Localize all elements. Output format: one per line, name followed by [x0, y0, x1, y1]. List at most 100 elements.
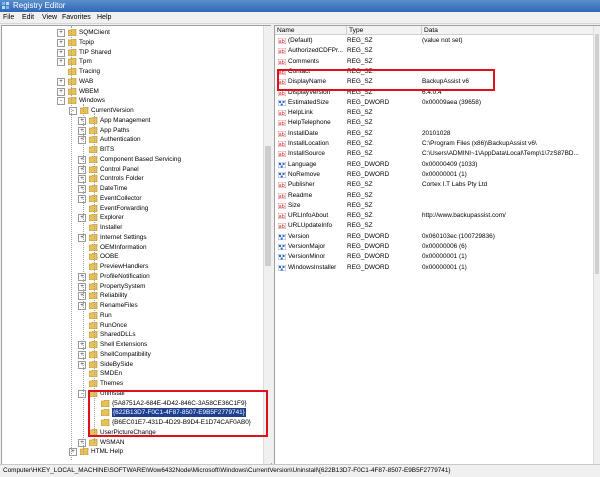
column-header-name[interactable]: Name [275, 26, 347, 35]
tree-item[interactable]: SMDEn [2, 369, 262, 378]
expand-icon[interactable]: + [78, 438, 86, 447]
tree-item[interactable]: + App Management [2, 116, 262, 125]
title-bar[interactable]: Registry Editor [0, 0, 600, 12]
expand-icon[interactable]: + [78, 116, 86, 125]
value-row[interactable]: Language REG_DWORD 0x00000409 (1033) [275, 160, 593, 170]
expand-icon[interactable]: + [78, 185, 86, 193]
expand-icon[interactable]: + [78, 292, 86, 301]
menu-edit[interactable]: Edit [22, 13, 34, 22]
expand-icon[interactable]: + [78, 341, 86, 349]
tree-item[interactable]: + Shell Extensions [2, 340, 262, 349]
value-row[interactable]: ab InstallLocation REG_SZ C:\Program Files … [275, 139, 593, 149]
tree-item[interactable]: Themes [2, 379, 262, 388]
expand-icon[interactable]: + [57, 58, 65, 67]
expand-icon[interactable]: + [78, 155, 86, 164]
expand-icon[interactable]: + [78, 136, 86, 145]
tree-item[interactable]: + WAB [2, 77, 262, 86]
tree-item[interactable]: - CurrentVersion [2, 106, 262, 115]
value-row[interactable]: ab HelpLink REG_SZ [275, 108, 593, 118]
tree-item[interactable]: + Component Based Servicing [2, 155, 262, 164]
column-header-data[interactable]: Data [422, 26, 594, 35]
tree-item[interactable]: + PropertySystem [2, 282, 262, 291]
tree-item[interactable]: + HTML Help [2, 447, 262, 457]
tree-item[interactable]: Installer [2, 223, 262, 232]
expand-icon[interactable]: + [78, 175, 86, 184]
tree-item[interactable]: + TIP Shared [2, 48, 262, 57]
values-scrollbar[interactable] [593, 26, 600, 464]
tree-item[interactable]: PreviewHandlers [2, 262, 262, 271]
value-row[interactable]: ab Readme REG_SZ [275, 191, 593, 201]
expand-icon[interactable]: + [78, 282, 86, 291]
tree-item-label: Installer [100, 224, 123, 231]
tree-item[interactable]: + ShellCompatibility [2, 350, 262, 359]
tree-item[interactable]: + WSMAN [2, 438, 262, 447]
expand-icon[interactable]: + [57, 77, 65, 86]
tree-item[interactable]: + Controls Folder [2, 174, 262, 184]
value-row[interactable]: ab HelpTelephone REG_SZ [275, 118, 593, 128]
expand-icon[interactable]: + [78, 165, 86, 174]
values-scrollbar-thumb[interactable] [595, 34, 599, 274]
tree-item[interactable]: + RenameFiles [2, 301, 262, 310]
collapse-icon[interactable]: - [57, 97, 65, 106]
value-row[interactable]: ab AuthorizedCDFPr... REG_SZ [275, 46, 593, 56]
value-row[interactable]: EstimatedSize REG_DWORD 0x00009aea (39658) [275, 98, 593, 108]
expand-icon[interactable]: + [78, 126, 86, 135]
value-row[interactable]: ab (Default) REG_SZ (value not set) [275, 36, 593, 46]
expand-icon[interactable]: + [57, 48, 65, 57]
tree-item[interactable]: RunOnce [2, 321, 262, 330]
menu-file[interactable]: File [3, 13, 14, 22]
value-row[interactable]: NoRemove REG_DWORD 0x00000001 (1) [275, 170, 593, 180]
expand-icon[interactable]: + [78, 272, 86, 281]
tree-item[interactable]: + Tpm [2, 57, 262, 67]
value-row[interactable]: ab InstallDate REG_SZ 20101028 [275, 129, 593, 139]
menu-favorites[interactable]: Favorites [62, 13, 91, 22]
tree-item[interactable]: EventForwarding [2, 204, 262, 213]
tree-item[interactable]: + SQMClient [2, 28, 262, 37]
tree-item[interactable]: + ProfileNotification [2, 272, 262, 281]
tree-item[interactable]: - Windows [2, 96, 262, 106]
tree-item[interactable]: Tracing [2, 67, 262, 76]
value-row[interactable]: ab URLUpdateInfo REG_SZ [275, 221, 593, 231]
expand-icon[interactable]: + [78, 214, 86, 223]
menu-help[interactable]: Help [97, 13, 111, 22]
expand-icon[interactable]: + [57, 29, 65, 37]
value-row[interactable]: WindowsInstaller REG_DWORD 0x00000001 (1) [275, 263, 593, 273]
tree-item[interactable]: BITS [2, 145, 262, 154]
value-row[interactable]: ab InstallSource REG_SZ C:\Users\ADMINI~1\A… [275, 149, 593, 159]
expand-icon[interactable]: + [78, 302, 86, 310]
values-pane[interactable]: Name Type Data ab (Default) REG_SZ (value n… [274, 25, 600, 465]
tree-item[interactable]: OOBE [2, 252, 262, 261]
expand-icon[interactable]: + [78, 360, 86, 369]
expand-icon[interactable]: + [57, 38, 65, 47]
tree-item[interactable]: OEMInformation [2, 243, 262, 252]
value-row[interactable]: ab Comments REG_SZ [275, 57, 593, 67]
expand-icon[interactable]: + [57, 87, 65, 96]
tree-item[interactable]: Run [2, 311, 262, 320]
value-row[interactable]: VersionMinor REG_DWORD 0x00000001 (1) [275, 252, 593, 262]
expand-icon[interactable]: + [78, 194, 86, 203]
tree-item[interactable]: + Tcpip [2, 38, 262, 47]
tree-item[interactable]: + Reliability [2, 291, 262, 301]
key-tree-pane[interactable]: + SQMClient + Tcpip + TIP Shared + Tpm Tracing + W… [1, 25, 272, 465]
column-header-type[interactable]: Type [347, 26, 422, 35]
tree-item[interactable]: + SideBySide [2, 360, 262, 369]
tree-item[interactable]: + Authentication [2, 135, 262, 145]
tree-item[interactable]: + Control Panel [2, 165, 262, 174]
tree-item-label: Tcpip [79, 38, 94, 46]
tree-item[interactable]: + EventCollector [2, 194, 262, 203]
tree-item[interactable]: + DateTime [2, 184, 262, 193]
value-row[interactable]: ab Size REG_SZ [275, 201, 593, 211]
value-row[interactable]: ab Publisher REG_SZ Cortex I.T Labs Pty Ltd [275, 180, 593, 190]
expand-icon[interactable]: + [78, 350, 86, 359]
tree-item[interactable]: + WBEM [2, 87, 262, 96]
tree-item[interactable]: + App Paths [2, 126, 262, 135]
value-row[interactable]: ab URLInfoAbout REG_SZ http://www.backupass… [275, 211, 593, 221]
value-row[interactable]: VersionMajor REG_DWORD 0x00000006 (6) [275, 242, 593, 252]
menu-view[interactable]: View [42, 13, 57, 22]
expand-icon[interactable]: + [78, 233, 86, 242]
collapse-icon[interactable]: - [78, 389, 86, 398]
value-row[interactable]: Version REG_DWORD 0x060103ec (100729836) [275, 232, 593, 242]
tree-item[interactable]: + Explorer [2, 213, 262, 223]
tree-item[interactable]: SharedDLLs [2, 330, 262, 339]
tree-item[interactable]: + Internet Settings [2, 233, 262, 242]
